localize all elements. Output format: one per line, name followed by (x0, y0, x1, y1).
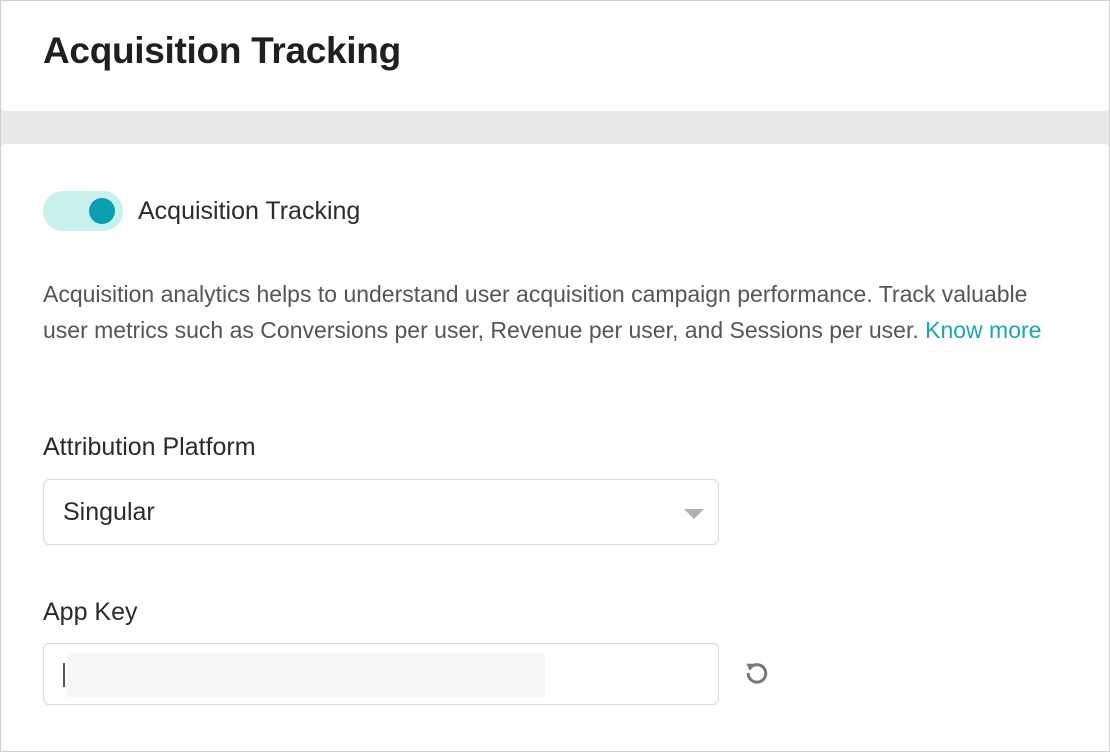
app-key-label: App Key (43, 598, 138, 626)
app-window: Acquisition Tracking Acquisition Trackin… (0, 0, 1110, 752)
text-cursor (63, 663, 65, 687)
attribution-platform-label: Attribution Platform (43, 433, 256, 461)
toggle-label: Acquisition Tracking (138, 196, 361, 225)
page-title: Acquisition Tracking (43, 30, 401, 71)
settings-panel: Acquisition Tracking Acquisition analyti… (1, 144, 1109, 751)
page-header: Acquisition Tracking (1, 1, 1109, 111)
acquisition-tracking-toggle[interactable] (43, 191, 123, 231)
toggle-knob (89, 198, 115, 224)
acquisition-tracking-toggle-row: Acquisition Tracking (43, 191, 360, 231)
chevron-down-icon (684, 509, 704, 519)
attribution-platform-select[interactable]: Singular (43, 479, 719, 545)
description-text: Acquisition analytics helps to understan… (43, 276, 1073, 348)
app-key-input[interactable] (43, 643, 719, 705)
refresh-app-key-button[interactable] (739, 655, 775, 691)
description-body: Acquisition analytics helps to understan… (43, 281, 1028, 343)
know-more-link[interactable]: Know more (925, 317, 1041, 343)
refresh-icon (746, 663, 768, 684)
app-key-value (67, 653, 545, 697)
selected-platform: Singular (63, 498, 155, 526)
